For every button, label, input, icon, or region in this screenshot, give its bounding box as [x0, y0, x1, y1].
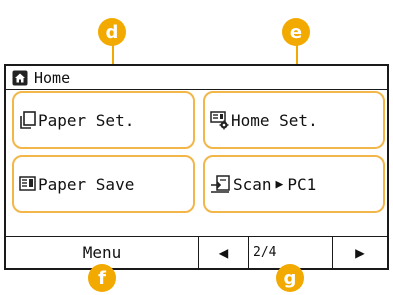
home-settings-label: Home Set. [231, 110, 318, 130]
chevron-left-icon: ◀ [218, 243, 229, 262]
paper-settings-button[interactable]: Paper Set. [12, 91, 195, 149]
paper-save-button[interactable]: Paper Save [12, 155, 195, 213]
paper-settings-label: Paper Set. [38, 110, 135, 130]
callout-f: f [88, 264, 116, 292]
paper-stack-icon [20, 111, 36, 129]
home-settings-icon [210, 111, 229, 130]
home-settings-button[interactable]: Home Set. [203, 91, 385, 149]
scan-to-pc1-button[interactable]: Scan ▶ PC1 [203, 155, 385, 213]
page-indicator-text: 2/4 [253, 245, 277, 260]
menu-label: Menu [82, 243, 122, 262]
callout-e: e [282, 18, 310, 46]
callout-d: d [98, 18, 126, 46]
scan-arrow: ▶ [275, 176, 284, 192]
previous-page-button[interactable]: ◀ [199, 237, 249, 268]
scan-to-pc-icon [211, 175, 230, 193]
paper-save-label: Paper Save [38, 174, 135, 194]
bottom-bar: Menu ◀ 2/4 ▶ [6, 236, 387, 268]
printer-control-panel-screen: Home Paper Set. Home Set. Paper Save Sca… [4, 64, 389, 270]
scan-target-label: PC1 [287, 174, 317, 194]
title-bar: Home [6, 66, 387, 90]
paper-save-icon [19, 176, 36, 191]
scan-label: Scan [233, 174, 272, 194]
callout-g: g [276, 264, 304, 292]
chevron-right-icon: ▶ [355, 243, 365, 262]
next-page-button[interactable]: ▶ [333, 237, 387, 268]
home-icon [12, 70, 28, 85]
page-title: Home [34, 68, 71, 87]
